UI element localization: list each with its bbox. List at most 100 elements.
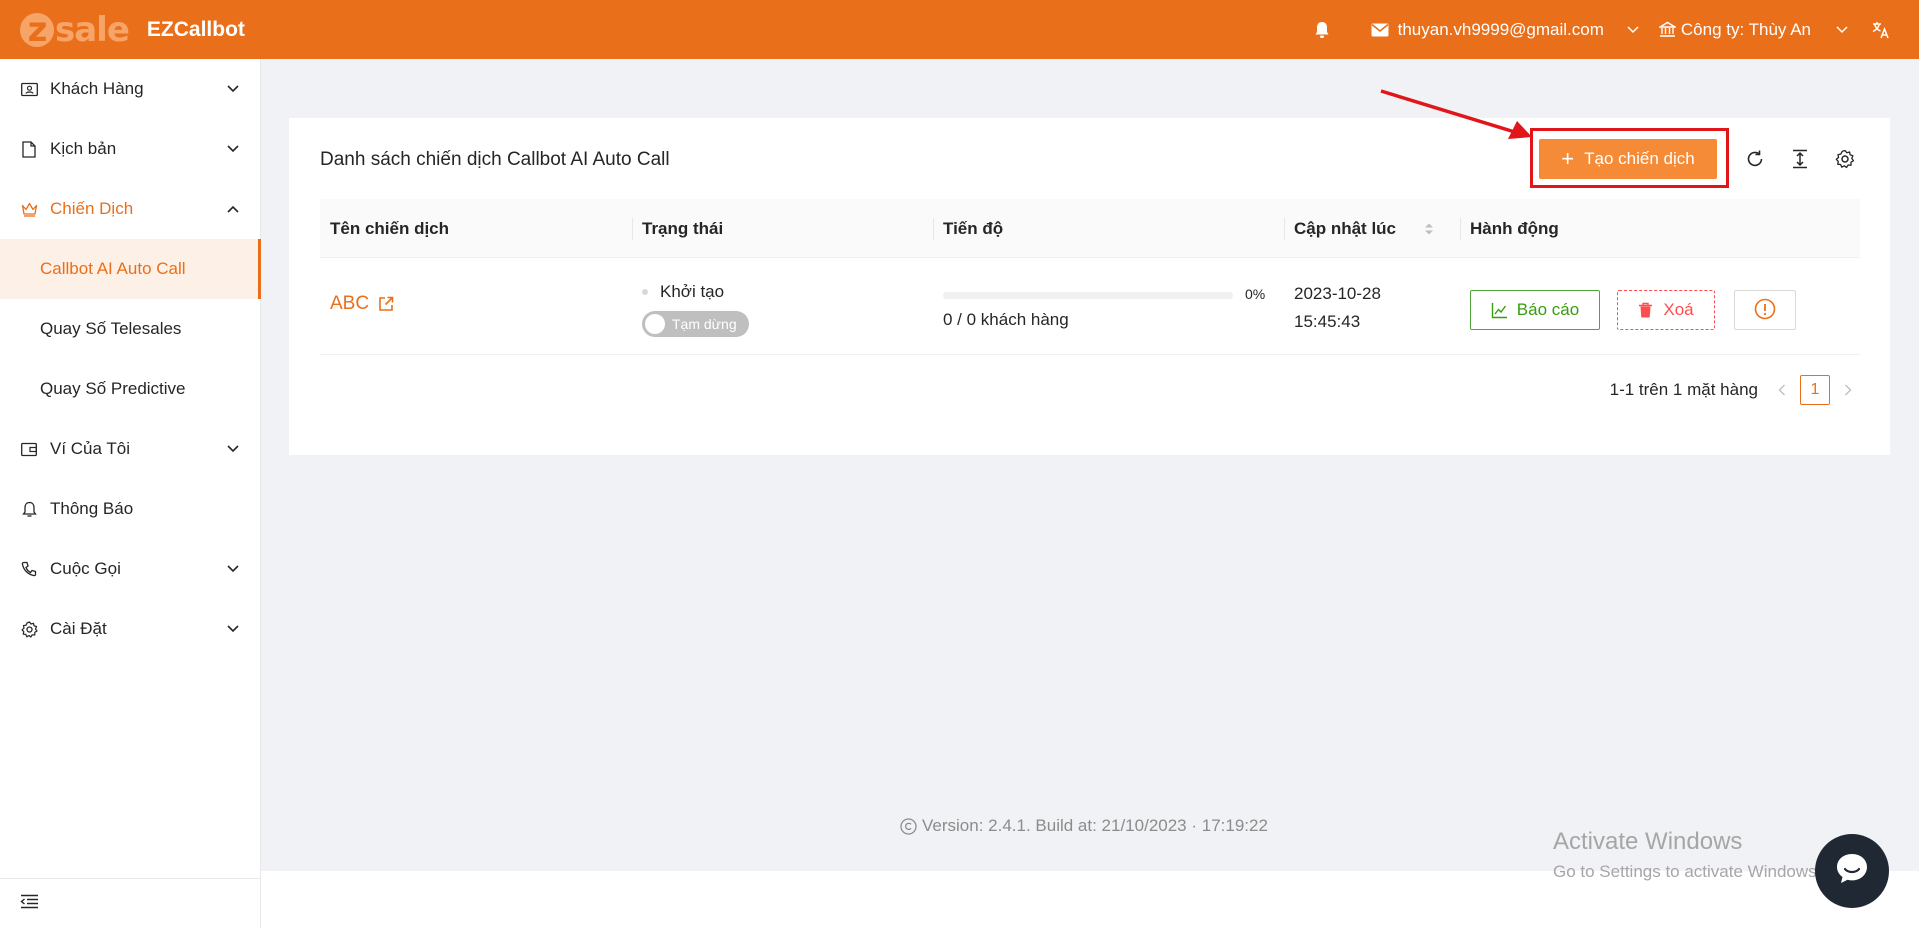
header-right: thuyan.vh9999@gmail.com Công ty: Thùy An xyxy=(1312,0,1919,59)
trash-icon xyxy=(1638,302,1654,319)
toggle-knob xyxy=(645,314,665,334)
sidebar-item-kich-ban[interactable]: Kịch bản xyxy=(0,119,260,179)
app-name: EZCallbot xyxy=(146,17,245,41)
sidebar-collapse[interactable] xyxy=(0,878,260,928)
watermark-title: Activate Windows xyxy=(1553,828,1743,855)
sidebar-item-quay-so-telesales[interactable]: Quay Số Telesales xyxy=(0,299,260,359)
info-circle-icon xyxy=(1754,298,1776,323)
column-header-status: Trạng thái xyxy=(642,218,724,238)
logo-mark: z sale xyxy=(20,10,130,50)
column-header-updated[interactable]: Cập nhật lúc xyxy=(1294,199,1434,258)
column-separator xyxy=(1460,218,1461,240)
sidebar-item-quay-so-predictive[interactable]: Quay Số Predictive xyxy=(0,359,260,419)
status-dot xyxy=(642,289,648,295)
pagination-summary: 1-1 trên 1 mặt hàng xyxy=(1609,380,1758,399)
column-header-actions: Hành động xyxy=(1470,218,1559,238)
file-icon xyxy=(20,140,38,158)
translate-icon[interactable] xyxy=(1871,20,1891,40)
logo[interactable]: z sale EZCallbot xyxy=(20,10,245,50)
sidebar-item-cuoc-goi[interactable]: Cuộc Gọi xyxy=(0,539,260,599)
progress-percent: 0% xyxy=(1245,286,1266,302)
sidebar-item-label: Khách Hàng xyxy=(50,79,144,98)
sidebar-item-label: Quay Số Telesales xyxy=(40,319,182,338)
chevron-down-icon[interactable] xyxy=(1835,23,1849,37)
top-header: z sale EZCallbot thuyan.vh9999@gmail.com … xyxy=(0,0,1919,59)
delete-label: Xoá xyxy=(1663,300,1694,319)
sidebar-item-vi-cua-toi[interactable]: Ví Của Tôi xyxy=(0,419,260,479)
chevron-up-icon xyxy=(226,202,240,216)
annotation-arrow xyxy=(1380,89,1532,139)
watermark-subtitle: Go to Settings to activate Windows. xyxy=(1553,862,1822,881)
wallet-icon xyxy=(20,440,38,458)
windows-activation-watermark: Activate Windows Go to Settings to activ… xyxy=(1553,828,1821,882)
reload-icon[interactable] xyxy=(1744,148,1766,170)
prev-page-icon[interactable] xyxy=(1772,380,1792,400)
sidebar-item-cai-dat[interactable]: Cài Đặt xyxy=(0,599,260,659)
column-header-name: Tên chiến dịch xyxy=(330,218,450,238)
updated-time: 15:45:43 xyxy=(1294,312,1361,331)
contact-card-icon xyxy=(20,80,38,98)
company-name[interactable]: Công ty: Thùy An xyxy=(1681,20,1811,40)
sidebar-item-label: Chiến Dịch xyxy=(50,199,134,218)
version-text: Version: 2.4.1. Build at: 21/10/2023 · 1… xyxy=(922,816,1268,835)
external-link-icon[interactable] xyxy=(378,296,394,312)
chevron-down-icon xyxy=(226,562,240,576)
report-label: Báo cáo xyxy=(1516,300,1580,319)
phone-icon xyxy=(20,560,38,578)
chat-bubble-icon xyxy=(1834,852,1870,891)
chevron-down-icon[interactable] xyxy=(1626,23,1640,37)
highlight-box xyxy=(1530,128,1729,188)
table-header: Tên chiến dịch Trạng thái Tiến độ Cập nh… xyxy=(320,199,1860,258)
table-row: ABC Khởi tạo Tạm dừng 0% 0 / 0 khách hàn… xyxy=(320,258,1860,355)
column-height-icon[interactable] xyxy=(1789,148,1811,170)
version-info: Version: 2.4.1. Build at: 21/10/2023 · 1… xyxy=(900,816,1268,836)
menu-fold-icon[interactable] xyxy=(20,894,39,914)
page-title: Danh sách chiến dịch Callbot AI Auto Cal… xyxy=(320,149,670,170)
chevron-down-icon xyxy=(226,622,240,636)
report-button[interactable]: Báo cáo xyxy=(1470,290,1600,330)
crown-icon xyxy=(20,200,38,218)
chevron-down-icon xyxy=(226,142,240,156)
chevron-down-icon xyxy=(226,82,240,96)
sidebar-item-khach-hang[interactable]: Khách Hàng xyxy=(0,59,260,119)
mail-icon xyxy=(1370,20,1390,40)
sidebar-item-label: Callbot AI Auto Call xyxy=(40,259,186,278)
progress-count: 0 / 0 khách hàng xyxy=(943,310,1069,329)
sidebar-item-label: Ví Của Tôi xyxy=(50,439,131,458)
campaign-name-text: ABC xyxy=(330,293,370,314)
gear-icon xyxy=(20,620,38,638)
pause-toggle[interactable]: Tạm dừng xyxy=(642,311,749,337)
sidebar-item-label: Cài Đặt xyxy=(50,619,107,638)
toggle-label: Tạm dừng xyxy=(672,316,737,332)
bell-icon[interactable] xyxy=(1312,20,1332,40)
next-page-icon[interactable] xyxy=(1838,380,1858,400)
bell-icon xyxy=(20,500,38,518)
chevron-down-icon xyxy=(226,442,240,456)
chat-widget-button[interactable] xyxy=(1815,834,1889,908)
sidebar: Khách Hàng Kịch bản Chiến Dịch Callbot A… xyxy=(0,59,261,928)
progress-bar xyxy=(943,292,1233,299)
user-email[interactable]: thuyan.vh9999@gmail.com xyxy=(1398,20,1604,40)
campaign-name-link[interactable]: ABC xyxy=(330,293,394,315)
updated-date: 2023-10-28 xyxy=(1294,284,1381,303)
column-header-updated-label: Cập nhật lúc xyxy=(1294,218,1397,238)
column-separator xyxy=(933,218,934,240)
delete-button[interactable]: Xoá xyxy=(1617,290,1715,330)
column-header-progress: Tiến độ xyxy=(943,218,1004,238)
sort-icon[interactable] xyxy=(1424,222,1434,236)
gear-icon[interactable] xyxy=(1834,148,1856,170)
sidebar-item-callbot-ai-auto-call[interactable]: Callbot AI Auto Call xyxy=(0,239,261,299)
updated-at: 2023-10-28 15:45:43 xyxy=(1294,280,1381,336)
page-number[interactable]: 1 xyxy=(1800,375,1830,405)
campaign-list-card: Danh sách chiến dịch Callbot AI Auto Cal… xyxy=(289,118,1890,455)
sidebar-item-label: Kịch bản xyxy=(50,139,117,158)
status-text: Khởi tạo xyxy=(660,282,725,301)
sidebar-item-label: Quay Số Predictive xyxy=(40,379,186,398)
column-separator xyxy=(1284,218,1285,240)
sidebar-item-thong-bao[interactable]: Thông Báo xyxy=(0,479,260,539)
sidebar-item-chien-dich[interactable]: Chiến Dịch xyxy=(0,179,260,239)
bank-icon xyxy=(1658,20,1678,40)
info-button[interactable] xyxy=(1734,290,1796,330)
line-chart-icon xyxy=(1491,302,1508,319)
copyright-icon xyxy=(900,817,917,835)
